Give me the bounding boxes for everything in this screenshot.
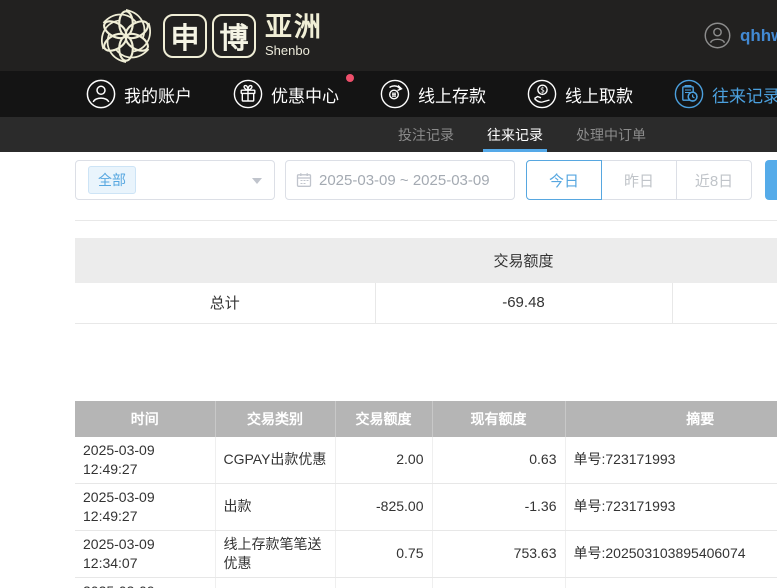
tab-label: 往来记录 xyxy=(487,125,543,145)
nav-label: 线上取款 xyxy=(565,82,633,107)
brand-char-shen: 申 xyxy=(163,14,207,58)
nav-label: 往来记录 xyxy=(712,82,777,107)
summary-table: 交易额度 总计 -69.48 xyxy=(75,238,777,324)
tab-label: 处理中订单 xyxy=(576,125,646,145)
summary-empty-cell xyxy=(672,283,777,323)
cell-balance: 752.88 xyxy=(432,577,565,588)
avatar-icon xyxy=(704,22,731,49)
yesterday-button[interactable]: 昨日 xyxy=(601,160,677,200)
cell-summary: 单号:723171993 xyxy=(565,437,777,484)
tab-transaction-records[interactable]: 往来记录 xyxy=(487,117,543,152)
table-row: 2025-03-09 12:34:07线上存款笔笔送优惠0.75753.63单号… xyxy=(75,530,777,577)
last-8-days-button[interactable]: 近8日 xyxy=(676,160,752,200)
date-range-value: 2025-03-09 ~ 2025-03-09 xyxy=(319,172,490,189)
cell-amount: 750.00 xyxy=(335,577,432,588)
table-row: 2025-03-09 12:49:27CGPAY出款优惠2.000.63单号:7… xyxy=(75,437,777,484)
cell-type: CGPAY出款优惠 xyxy=(215,437,335,484)
filter-row: 全部 2025-03-09 ~ 2025-03-09 今日 昨日 近8日 xyxy=(75,160,777,200)
cell-time: 2025-03-09 12:34:07 xyxy=(75,577,215,588)
col-header-balance: 现有额度 xyxy=(432,401,565,437)
summary-header-spacer xyxy=(672,238,777,283)
summary-header-spacer xyxy=(75,238,375,283)
withdraw-icon: $ xyxy=(527,79,557,109)
cell-time: 2025-03-09 12:34:07 xyxy=(75,530,215,577)
transactions-body: 2025-03-09 12:49:27CGPAY出款优惠2.000.63单号:7… xyxy=(75,437,777,588)
summary-header-row: 交易额度 xyxy=(75,238,777,283)
cell-type: 线上存款笔笔送优惠 xyxy=(215,530,335,577)
transactions-header-row: 时间 交易类别 交易额度 现有额度 摘要 xyxy=(75,401,777,437)
cell-balance: -1.36 xyxy=(432,483,565,530)
cell-balance: 0.63 xyxy=(432,437,565,484)
cell-type: 出款 xyxy=(215,483,335,530)
user-icon xyxy=(86,79,116,109)
cell-amount: 0.75 xyxy=(335,530,432,577)
brand-region: 亚洲 xyxy=(265,14,323,41)
table-row: 2025-03-09 12:34:07线上存款750.00752.88单号:20… xyxy=(75,577,777,588)
selected-type-tag[interactable]: 全部 xyxy=(88,166,136,194)
brand-char-bo: 博 xyxy=(212,14,256,58)
content: 全部 2025-03-09 ~ 2025-03-09 今日 昨日 近8日 xyxy=(0,160,777,588)
nav-item-online-deposit[interactable]: 线上存款 xyxy=(380,79,486,109)
search-button[interactable] xyxy=(765,160,777,200)
table-row: 2025-03-09 12:49:27出款-825.00-1.36单号:7231… xyxy=(75,483,777,530)
svg-text:$: $ xyxy=(540,85,545,94)
col-header-summary: 摘要 xyxy=(565,401,777,437)
today-button[interactable]: 今日 xyxy=(526,160,602,200)
cell-balance: 753.63 xyxy=(432,530,565,577)
records-icon xyxy=(674,79,704,109)
summary-total-value: -69.48 xyxy=(375,283,672,323)
summary-amount-header: 交易额度 xyxy=(375,238,672,283)
cell-summary: 单号:202503103895406074 xyxy=(565,530,777,577)
brand-latin: Shenbo xyxy=(265,44,323,57)
nav-item-transaction-records[interactable]: 往来记录 xyxy=(674,79,777,109)
nav-label: 线上存款 xyxy=(418,82,486,107)
main-nav: 我的账户 优惠中心 线上存款 xyxy=(0,71,777,117)
user-area[interactable]: qhhw xyxy=(704,0,777,71)
tab-label: 投注记录 xyxy=(398,125,454,145)
gift-icon xyxy=(233,79,263,109)
deposit-icon xyxy=(380,79,410,109)
cell-amount: -825.00 xyxy=(335,483,432,530)
col-header-type: 交易类别 xyxy=(215,401,335,437)
cell-time: 2025-03-09 12:49:27 xyxy=(75,483,215,530)
lotus-flower-icon xyxy=(97,7,155,65)
nav-item-online-withdrawal[interactable]: $ 线上取款 xyxy=(527,79,633,109)
username[interactable]: qhhw xyxy=(740,26,777,46)
summary-total-label: 总计 xyxy=(75,283,375,323)
top-header: 申 博 亚洲 Shenbo qhhw xyxy=(0,0,777,71)
col-header-amount: 交易额度 xyxy=(335,401,432,437)
date-range-input[interactable]: 2025-03-09 ~ 2025-03-09 xyxy=(285,160,515,200)
cell-summary: 单号:202503103895406074 xyxy=(565,577,777,588)
col-header-time: 时间 xyxy=(75,401,215,437)
cell-type: 线上存款 xyxy=(215,577,335,588)
cell-time: 2025-03-09 12:49:27 xyxy=(75,437,215,484)
records-tab-bar: 投注记录 往来记录 处理中订单 xyxy=(0,117,777,152)
section-divider xyxy=(75,220,777,221)
summary-total-row: 总计 -69.48 xyxy=(75,283,777,323)
nav-item-promotions[interactable]: 优惠中心 xyxy=(233,79,339,109)
tab-betting-records[interactable]: 投注记录 xyxy=(398,117,454,152)
brand-logo[interactable]: 申 博 亚洲 Shenbo xyxy=(97,7,323,65)
chevron-down-icon xyxy=(252,178,262,184)
transactions-table: 时间 交易类别 交易额度 现有额度 摘要 2025-03-09 12:49:27… xyxy=(75,401,777,588)
notification-badge-dot xyxy=(346,74,354,82)
tab-processing-orders[interactable]: 处理中订单 xyxy=(576,117,646,152)
nav-item-my-account[interactable]: 我的账户 xyxy=(86,79,192,109)
quick-range-group: 今日 昨日 近8日 xyxy=(526,160,752,200)
calendar-icon xyxy=(296,172,312,188)
cell-amount: 2.00 xyxy=(335,437,432,484)
nav-label: 优惠中心 xyxy=(271,82,339,107)
nav-label: 我的账户 xyxy=(124,82,192,107)
cell-summary: 单号:723171993 xyxy=(565,483,777,530)
transaction-type-select[interactable]: 全部 xyxy=(75,160,275,200)
